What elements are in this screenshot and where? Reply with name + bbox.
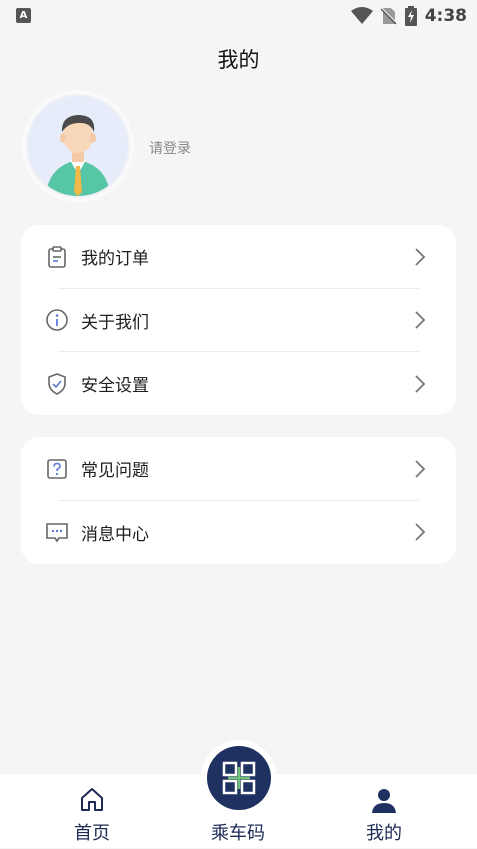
menu-card-secondary: 常见问题 消息中心 xyxy=(21,437,456,564)
menu-item-security[interactable]: 安全设置 xyxy=(21,352,456,416)
ride-code-circle xyxy=(207,746,271,810)
home-icon xyxy=(81,788,103,811)
ride-code-button[interactable] xyxy=(201,740,277,816)
menu-item-label: 消息中心 xyxy=(81,524,149,545)
tab-ride-code-label[interactable]: 乘车码 xyxy=(178,819,298,845)
menu-card-primary: 我的订单 关于我们 安全设置 xyxy=(21,225,456,415)
user-icon xyxy=(372,789,396,813)
menu-item-about[interactable]: 关于我们 xyxy=(21,289,456,352)
menu-item-label: 安全设置 xyxy=(81,376,149,397)
question-icon xyxy=(47,458,67,479)
chevron-right-icon xyxy=(415,375,426,393)
menu-item-faq[interactable]: 常见问题 xyxy=(21,437,456,501)
status-time: 4:38 xyxy=(424,6,467,26)
no-sim-icon xyxy=(380,7,397,25)
battery-charging-icon xyxy=(404,6,417,26)
chevron-right-icon xyxy=(415,311,426,329)
shield-icon xyxy=(48,372,66,395)
menu-item-label: 常见问题 xyxy=(81,461,149,482)
tab-home-label: 首页 xyxy=(74,823,110,844)
status-bar: A 4:38 xyxy=(0,0,477,32)
status-indicators: 4:38 xyxy=(350,6,467,26)
avatar[interactable] xyxy=(22,90,134,202)
chevron-right-icon xyxy=(415,523,426,541)
info-icon xyxy=(46,309,68,332)
menu-item-label: 关于我们 xyxy=(81,312,149,333)
clipboard-icon xyxy=(48,245,66,268)
page-title: 我的 xyxy=(217,48,260,72)
tab-mine-label: 我的 xyxy=(366,823,402,844)
menu-item-orders[interactable]: 我的订单 xyxy=(21,225,456,289)
chevron-right-icon xyxy=(415,248,426,266)
app-notification-icon: A xyxy=(16,8,31,23)
qr-code-icon xyxy=(222,761,256,795)
message-icon xyxy=(46,523,68,543)
tab-mine[interactable]: 我的 xyxy=(324,774,444,849)
wifi-icon xyxy=(350,7,373,24)
avatar-image xyxy=(28,96,128,196)
menu-item-messages[interactable]: 消息中心 xyxy=(21,501,456,565)
chevron-right-icon xyxy=(415,460,426,478)
login-prompt[interactable]: 请登录 xyxy=(149,138,191,158)
tab-home[interactable]: 首页 xyxy=(32,774,152,849)
menu-item-label: 我的订单 xyxy=(81,249,149,270)
